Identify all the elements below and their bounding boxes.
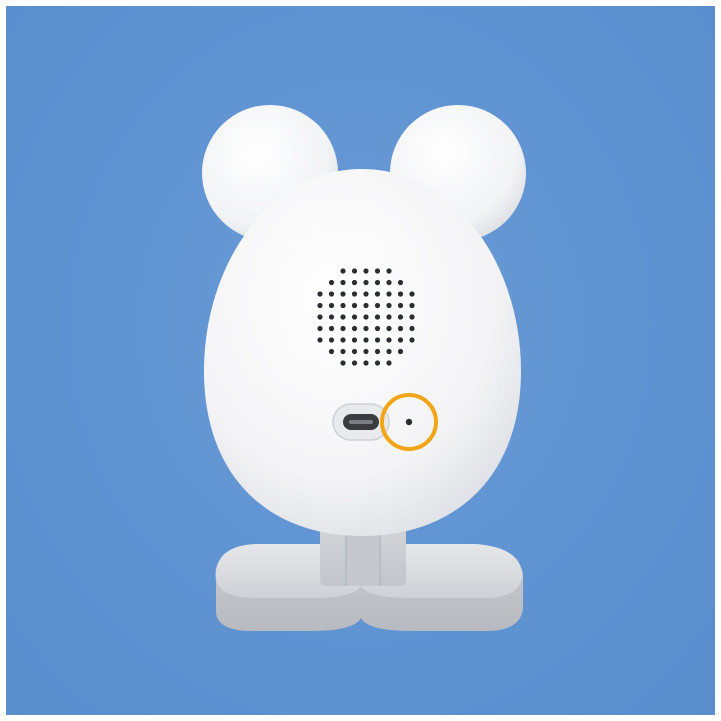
speaker-hole bbox=[317, 314, 323, 320]
speaker-hole bbox=[351, 360, 358, 366]
speaker-hole bbox=[340, 348, 346, 355]
speaker-hole bbox=[374, 302, 381, 309]
speaker-hole bbox=[374, 314, 381, 320]
speaker-hole bbox=[328, 348, 335, 355]
speaker-hole bbox=[351, 325, 358, 332]
speaker-hole bbox=[386, 337, 392, 343]
speaker-hole bbox=[374, 348, 381, 355]
speaker-hole bbox=[363, 337, 369, 343]
speaker-hole bbox=[386, 348, 392, 355]
speaker-hole bbox=[374, 268, 381, 274]
speaker-hole bbox=[328, 291, 335, 297]
speaker-hole bbox=[386, 302, 392, 309]
speaker-hole bbox=[374, 291, 381, 297]
speaker-hole bbox=[340, 360, 346, 366]
speaker-hole bbox=[363, 268, 369, 274]
speaker-hole bbox=[317, 325, 323, 332]
speaker-hole bbox=[351, 337, 358, 343]
speaker-hole bbox=[397, 314, 404, 320]
speaker-hole bbox=[363, 360, 369, 366]
speaker-hole bbox=[386, 360, 392, 366]
speaker-hole bbox=[374, 325, 381, 332]
speaker-hole bbox=[351, 291, 358, 297]
speaker-hole bbox=[409, 291, 415, 297]
speaker-hole bbox=[340, 302, 346, 309]
speaker-hole bbox=[409, 337, 415, 343]
speaker-hole bbox=[386, 291, 392, 297]
speaker-hole bbox=[374, 337, 381, 343]
speaker-hole bbox=[328, 314, 335, 320]
speaker-hole bbox=[363, 325, 369, 332]
camera-illustration bbox=[202, 105, 526, 631]
speaker-hole bbox=[374, 360, 381, 366]
speaker-hole bbox=[386, 268, 392, 274]
speaker-hole bbox=[386, 314, 392, 320]
speaker-hole bbox=[386, 325, 392, 332]
speaker-hole bbox=[340, 279, 346, 286]
speaker-hole bbox=[328, 279, 335, 286]
speaker-hole bbox=[340, 314, 346, 320]
speaker-hole bbox=[409, 314, 415, 320]
speaker-hole bbox=[328, 337, 335, 343]
speaker-hole bbox=[363, 279, 369, 286]
speaker-hole bbox=[409, 302, 415, 309]
speaker-hole bbox=[397, 302, 404, 309]
speaker-hole bbox=[397, 279, 404, 286]
speaker-hole bbox=[340, 291, 346, 297]
speaker-hole bbox=[328, 325, 335, 332]
speaker-hole bbox=[317, 302, 323, 309]
speaker-hole bbox=[351, 302, 358, 309]
speaker-hole bbox=[386, 279, 392, 286]
speaker-hole bbox=[328, 302, 335, 309]
product-photo bbox=[6, 6, 715, 715]
speaker-hole bbox=[317, 337, 323, 343]
speaker-hole bbox=[397, 291, 404, 297]
speaker-hole bbox=[317, 291, 323, 297]
speaker-hole bbox=[397, 325, 404, 332]
speaker-hole bbox=[340, 325, 346, 332]
speaker-hole bbox=[363, 314, 369, 320]
speaker-hole bbox=[397, 348, 404, 355]
speaker-hole bbox=[409, 325, 415, 332]
image-frame bbox=[0, 0, 721, 721]
speaker-grille bbox=[317, 268, 415, 366]
speaker-hole bbox=[351, 268, 358, 274]
speaker-hole bbox=[363, 348, 369, 355]
reset-pinhole bbox=[405, 418, 413, 426]
speaker-hole bbox=[397, 337, 404, 343]
speaker-hole bbox=[351, 279, 358, 286]
speaker-hole bbox=[351, 314, 358, 320]
speaker-hole bbox=[340, 337, 346, 343]
speaker-hole bbox=[363, 291, 369, 297]
speaker-hole bbox=[374, 279, 381, 286]
speaker-hole bbox=[351, 348, 358, 355]
speaker-hole bbox=[340, 268, 346, 274]
speaker-hole bbox=[363, 302, 369, 309]
